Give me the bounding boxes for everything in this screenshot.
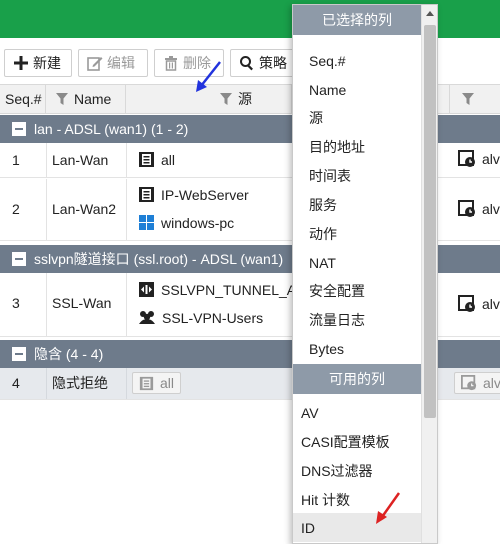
schedule-object[interactable]: alv	[454, 372, 500, 394]
edit-icon	[87, 57, 103, 71]
schedule-object[interactable]: alv	[458, 150, 500, 168]
row-seq: 3	[12, 295, 20, 311]
new-button[interactable]: 新建	[4, 49, 72, 77]
user-group-icon	[139, 311, 155, 324]
search-icon	[240, 56, 253, 71]
collapse-icon[interactable]	[12, 122, 26, 136]
menu-item-service[interactable]: 服务	[293, 190, 421, 219]
column-header-seq[interactable]: Seq.#	[0, 85, 46, 113]
schedule-label: alv	[482, 296, 500, 312]
source-label: IP-WebServer	[161, 186, 249, 203]
address-icon	[139, 152, 154, 167]
column-header-name[interactable]: Name	[46, 85, 126, 113]
menu-item-name[interactable]: Name	[293, 75, 421, 104]
policy-search-button[interactable]: 策略	[230, 49, 300, 77]
menu-item-destination[interactable]: 目的地址	[293, 132, 421, 161]
selected-columns-header: 已选择的列	[293, 5, 421, 35]
menu-item-casi-profile[interactable]: CASI配置模板	[293, 427, 421, 456]
menu-item-traffic-log[interactable]: 流量日志	[293, 305, 421, 334]
scrollbar-thumb[interactable]	[424, 25, 436, 418]
edit-button-label: 编辑	[107, 55, 135, 71]
menu-item-nat[interactable]: NAT	[293, 248, 421, 277]
row-name: Lan-Wan2	[52, 201, 117, 217]
row-seq: 1	[12, 152, 20, 168]
red-arrow-annotation	[376, 492, 401, 524]
source-object[interactable]: all	[138, 151, 175, 168]
row-seq: 2	[12, 201, 20, 217]
source-object[interactable]: windows-pc	[138, 214, 234, 231]
policy-button-label: 策略	[259, 55, 287, 71]
schedule-object[interactable]: alv	[458, 200, 500, 218]
address-icon	[139, 376, 154, 390]
row-seq: 4	[12, 375, 20, 391]
edit-button[interactable]: 编辑	[78, 49, 148, 77]
schedule-label: alv	[482, 151, 500, 167]
filter-icon[interactable]	[462, 93, 474, 105]
column-header-hidden	[438, 85, 450, 113]
column-header-source-label: 源	[238, 91, 252, 107]
available-columns-header: 可用的列	[293, 364, 421, 394]
source-label: SSL-VPN-Users	[162, 309, 264, 326]
filter-icon[interactable]	[220, 93, 232, 105]
trash-icon	[165, 56, 177, 71]
source-object[interactable]: SSL-VPN-Users	[138, 309, 263, 326]
menu-item-seq[interactable]: Seq.#	[293, 46, 421, 75]
schedule-icon	[458, 295, 475, 312]
schedule-label: alv	[482, 201, 500, 217]
menu-item-av[interactable]: AV	[293, 398, 421, 427]
source-label: windows-pc	[161, 214, 235, 231]
column-header-seq-label: Seq.#	[5, 91, 42, 107]
filter-icon[interactable]	[56, 93, 68, 105]
source-label: all	[161, 151, 176, 168]
menu-item-bytes[interactable]: Bytes	[293, 334, 421, 363]
row-name: Lan-Wan	[52, 152, 109, 168]
windows-icon	[139, 215, 154, 230]
source-object[interactable]: IP-WebServer	[138, 186, 249, 203]
menu-item-security-profiles[interactable]: 安全配置	[293, 276, 421, 305]
scroll-up-icon[interactable]	[426, 11, 434, 16]
tunnel-icon	[139, 282, 154, 297]
column-settings-menu: 已选择的列 Seq.# Name 源 目的地址 时间表 服务 动作 NAT 安全…	[292, 4, 438, 544]
column-header-name-label: Name	[74, 91, 112, 107]
column-header-schedule[interactable]	[450, 85, 500, 113]
blue-arrow-annotation	[196, 61, 221, 92]
menu-item-source[interactable]: 源	[293, 103, 421, 132]
group-label: 隐含 (4 - 4)	[34, 346, 104, 362]
collapse-icon[interactable]	[12, 252, 26, 266]
menu-item-dns-filter[interactable]: DNS过滤器	[293, 456, 421, 485]
schedule-object[interactable]: alv	[458, 295, 500, 313]
source-object[interactable]: SSLVPN_TUNNEL_A	[138, 281, 296, 298]
row-name: 隐式拒绝	[52, 375, 108, 391]
menu-scrollbar[interactable]	[421, 5, 437, 543]
schedule-icon	[458, 150, 475, 167]
schedule-label: alv	[483, 375, 500, 391]
group-label: lan - ADSL (wan1) (1 - 2)	[34, 121, 189, 137]
source-label: all	[160, 375, 175, 391]
schedule-icon	[461, 375, 477, 391]
source-object[interactable]: all	[132, 372, 182, 394]
menu-item-action[interactable]: 动作	[293, 219, 421, 248]
schedule-icon	[458, 200, 475, 217]
plus-icon	[14, 56, 28, 70]
collapse-icon[interactable]	[12, 347, 26, 361]
row-name: SSL-Wan	[52, 295, 112, 311]
menu-item-schedule[interactable]: 时间表	[293, 161, 421, 190]
group-label: sslvpn隧道接口 (ssl.root) - ADSL (wan1)	[34, 251, 284, 267]
new-button-label: 新建	[33, 55, 61, 71]
address-icon	[139, 187, 154, 202]
source-label: SSLVPN_TUNNEL_A	[161, 281, 297, 298]
